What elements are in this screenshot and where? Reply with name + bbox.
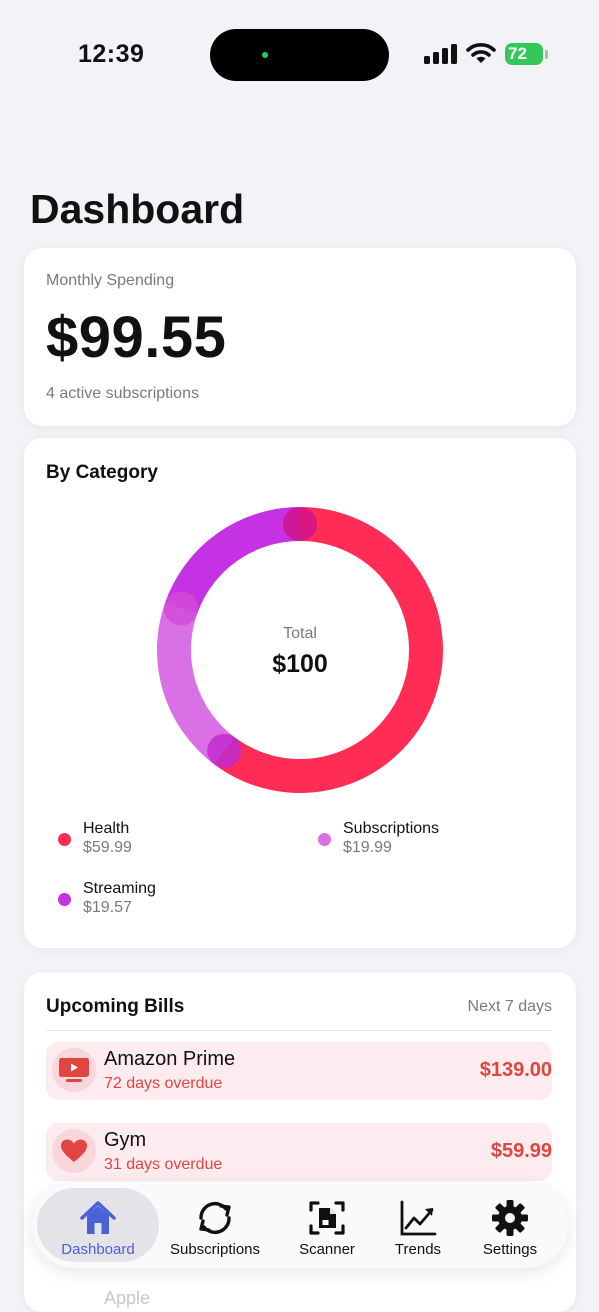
tab-label: Settings	[482, 1241, 538, 1258]
bill-amount: $59.99	[490, 1140, 552, 1162]
tv-icon	[52, 1048, 96, 1092]
bill-row-gym[interactable]: Gym 31 days overdue $59.99	[46, 1123, 552, 1181]
monthly-spending-amount: $99.55	[46, 305, 227, 370]
legend-dot	[58, 833, 71, 846]
tab-subscriptions[interactable]: Subscriptions	[163, 1188, 267, 1262]
house-icon	[80, 1201, 116, 1234]
bill-amount: $139.00	[479, 1059, 552, 1081]
page-title: Dashboard	[30, 186, 245, 232]
heart-icon	[52, 1129, 96, 1173]
tab-label: Trends	[394, 1241, 442, 1258]
status-bar: 12:39 72	[0, 0, 599, 100]
legend-label: Health	[83, 820, 130, 837]
donut-slice-cap	[207, 733, 242, 768]
active-subscriptions-count: 4 active subscriptions	[46, 385, 199, 402]
gear-icon	[492, 1200, 528, 1236]
donut-slice-subscriptions	[157, 602, 235, 765]
status-time: 12:39	[78, 40, 145, 68]
battery-level: 72	[508, 44, 527, 63]
donut-slice-streaming	[164, 507, 301, 615]
bill-due-status: 72 days overdue	[104, 1075, 223, 1092]
legend-label: Subscriptions	[343, 820, 440, 837]
bill-name: Gym	[104, 1129, 147, 1151]
tab-scanner[interactable]: Scanner	[285, 1188, 369, 1262]
bill-row-peek-label: Apple	[104, 1288, 151, 1308]
bill-name: Amazon Prime	[104, 1048, 236, 1070]
monthly-spending-card: Monthly Spending $99.55 4 active subscri…	[24, 248, 576, 426]
tab-label: Scanner	[299, 1241, 355, 1258]
monthly-spending-label: Monthly Spending	[46, 272, 175, 289]
donut-slice-cap	[283, 507, 317, 541]
wifi-icon	[466, 43, 496, 63]
legend-dot	[58, 893, 71, 906]
donut-center-value: $100	[272, 650, 328, 678]
bill-row-amazon-prime[interactable]: Amazon Prime 72 days overdue $139.00	[46, 1042, 552, 1100]
bill-due-status: 31 days overdue	[104, 1156, 223, 1173]
category-card: By Category Total $100 Health $59.99 Subsc…	[24, 438, 576, 948]
tab-settings[interactable]: Settings	[465, 1188, 555, 1262]
tab-trends[interactable]: Trends	[378, 1188, 458, 1262]
cellular-signal-icon	[424, 44, 457, 64]
tab-bar: Dashboard Subscriptions Scanner Trends S…	[32, 1183, 568, 1268]
camera-indicator-icon	[262, 52, 268, 58]
dynamic-island	[210, 29, 389, 81]
battery-cap-icon	[545, 50, 548, 59]
donut-slice-cap	[164, 591, 199, 626]
legend-label: Streaming	[83, 880, 156, 897]
tab-label: Dashboard	[61, 1241, 135, 1258]
upcoming-bills-title: Upcoming Bills	[46, 996, 185, 1017]
refresh-icon	[199, 1201, 231, 1235]
bills-range-label: Next 7 days	[467, 998, 552, 1015]
tab-label: Subscriptions	[169, 1241, 261, 1258]
category-title: By Category	[46, 462, 158, 483]
battery-indicator: 72	[505, 43, 543, 65]
tab-dashboard[interactable]: Dashboard	[37, 1188, 159, 1262]
category-donut-chart: Total $100	[157, 507, 443, 793]
donut-center-label: Total	[283, 625, 317, 642]
trend-chart-icon	[400, 1200, 437, 1236]
legend-value: $19.57	[83, 899, 132, 916]
legend-dot	[318, 833, 331, 846]
bills-divider	[46, 1030, 552, 1031]
legend-value: $59.99	[83, 839, 132, 856]
legend-value: $19.99	[343, 839, 392, 856]
document-scan-icon	[309, 1201, 345, 1235]
